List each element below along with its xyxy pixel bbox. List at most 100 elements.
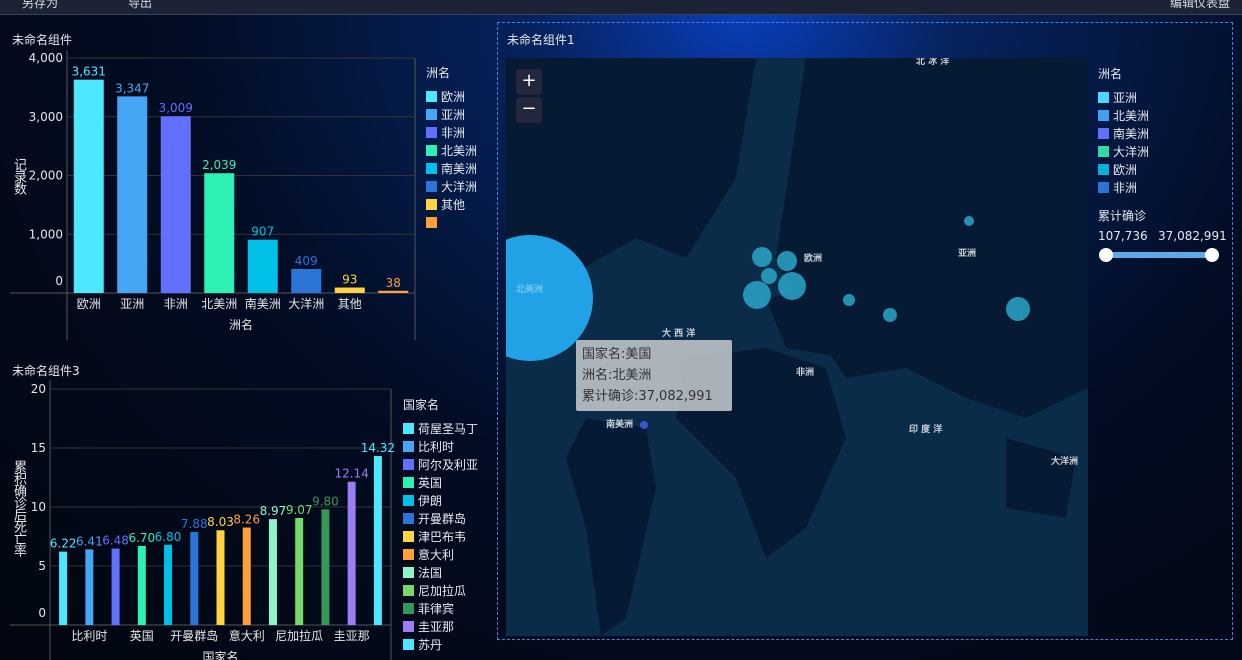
x-axis-title: 洲名 (229, 317, 253, 332)
data-label: 3,631 (72, 65, 106, 79)
range-slider-max-handle[interactable] (1205, 248, 1219, 262)
bar (85, 549, 94, 625)
x-tick-label: 意大利 (229, 628, 265, 643)
data-label: 6.80 (155, 530, 182, 544)
legend-item[interactable]: 大洋洲 (426, 177, 477, 195)
x-axis-title: 国家名 (202, 649, 238, 660)
map-label-south-america: 南美洲 (606, 420, 634, 430)
y-tick-label: 2,000 (29, 169, 63, 183)
data-label: 8.03 (207, 515, 234, 529)
legend-label: 尼加拉瓜 (418, 583, 467, 598)
legend-swatch (403, 440, 414, 452)
legend-label: 圭亚那 (418, 619, 455, 634)
legend-label: 意大利 (418, 547, 455, 562)
y-tick-label: 15 (31, 441, 46, 455)
legend-label: 伊朗 (418, 493, 443, 508)
world-map[interactable]: 北 冰 洋 大 西 洋 欧洲 亚洲 北美洲 南美洲 非洲 印 度 洋 大洋洲 +… (506, 58, 1088, 636)
bar (204, 173, 235, 293)
legend-label: 比利时 (418, 439, 455, 454)
x-tick-label: 英国 (130, 629, 154, 643)
legend-item[interactable]: 阿尔及利亚 (403, 455, 478, 473)
legend-swatch (403, 638, 414, 650)
y-tick-label: 3,000 (29, 110, 63, 124)
legend-title: 洲名 (426, 66, 451, 80)
legend-item[interactable]: 尼加拉瓜 (403, 581, 478, 599)
legend-item[interactable]: 非洲 (1098, 178, 1149, 196)
data-label: 3,009 (159, 101, 193, 115)
legend-swatch (1098, 91, 1109, 103)
legend-label: 其他 (441, 197, 466, 212)
edit-dashboard-button[interactable]: 编辑仪表盘 (1170, 0, 1230, 11)
death-rate-bar-chart: 0 5 10 15 20 6.22 6.41 比利时 6.48 6.70 英国 6.807.88 开曼群… (10, 380, 395, 660)
legend-swatch (403, 602, 414, 614)
legend-swatch (403, 530, 414, 542)
zoom-out-button[interactable]: − (516, 97, 542, 123)
legend-swatch (1098, 163, 1109, 175)
legend-item[interactable]: 其他 (426, 195, 477, 213)
bar (268, 519, 277, 625)
legend-item[interactable]: 非洲 (426, 123, 477, 141)
legend-swatch (1098, 127, 1109, 139)
legend-label: 南美洲 (1113, 126, 1150, 141)
bar (160, 116, 191, 293)
legend-item[interactable]: 北美洲 (426, 141, 477, 159)
legend-item[interactable]: 北美洲 (1098, 106, 1149, 124)
legend-item[interactable]: 亚洲 (426, 105, 477, 123)
data-label: 9.07 (286, 503, 313, 517)
legend-swatch (426, 90, 437, 102)
bar (137, 545, 146, 625)
data-label: 6.48 (102, 534, 129, 548)
range-slider-track[interactable] (1104, 252, 1212, 258)
panel-title: 未命名组件1 (507, 33, 575, 47)
x-tick-label: 南美洲 (245, 296, 281, 311)
legend-swatch (426, 144, 437, 156)
bar (347, 481, 356, 625)
continent-bar-chart: 0 1,000 2,000 3,000 4,000 3,631 欧洲 3,347 亚洲 3,009… (10, 50, 416, 340)
x-tick-label: 欧洲 (77, 297, 101, 311)
legend-item[interactable]: 意大利 (403, 545, 478, 563)
x-tick-label: 尼加拉瓜 (275, 628, 323, 643)
legend-swatch (426, 216, 437, 228)
legend-item[interactable]: 南美洲 (1098, 124, 1149, 142)
x-tick-label: 开曼群岛 (170, 628, 218, 643)
legend-item[interactable]: 南美洲 (426, 159, 477, 177)
legend-item[interactable]: 欧洲 (1098, 160, 1149, 178)
toolbar: 另存为 导出 编辑仪表盘 (0, 0, 1242, 15)
legend-label: 阿尔及利亚 (418, 457, 479, 472)
legend-swatch (403, 494, 414, 506)
legend-item[interactable]: 比利时 (403, 437, 478, 455)
legend-item[interactable]: 英国 (403, 473, 478, 491)
data-label: 9.80 (312, 494, 339, 508)
legend-item[interactable] (426, 213, 477, 231)
legend-item[interactable]: 苏丹 (403, 635, 478, 653)
y-tick-label: 10 (31, 500, 46, 514)
legend-item[interactable]: 欧洲 (426, 87, 477, 105)
panel-title: 未命名组件 (12, 33, 73, 47)
legend-label: 法国 (418, 565, 443, 580)
bar (117, 96, 148, 293)
legend-title: 国家名 (403, 398, 440, 412)
data-label: 14.32 (361, 441, 395, 455)
legend-label: 苏丹 (418, 637, 443, 652)
legend-item[interactable]: 伊朗 (403, 491, 478, 509)
export-button[interactable]: 导出 (128, 0, 152, 11)
tooltip-continent: 洲名:北美洲 (582, 368, 652, 383)
legend-label: 大洋洲 (441, 179, 478, 194)
data-label: 6.70 (128, 531, 155, 545)
map-label-atlantic: 大 西 洋 (662, 329, 696, 339)
legend-item[interactable]: 亚洲 (1098, 88, 1149, 106)
save-as-button[interactable]: 另存为 (22, 0, 58, 11)
legend-item[interactable]: 大洋洲 (1098, 142, 1149, 160)
legend-item[interactable]: 津巴布韦 (403, 527, 478, 545)
legend-item[interactable]: 圭亚那 (403, 617, 478, 635)
legend-item[interactable]: 开曼群岛 (403, 509, 478, 527)
map-label-indian: 印 度 洋 (909, 425, 943, 435)
legend-item[interactable]: 荷屋圣马丁 (403, 419, 478, 437)
range-slider-min-handle[interactable] (1099, 248, 1113, 262)
legend-item[interactable]: 法国 (403, 563, 478, 581)
legend-item[interactable]: 菲律宾 (403, 599, 478, 617)
bar (242, 527, 251, 625)
zoom-in-button[interactable]: + (516, 69, 542, 95)
y-tick-label: 1,000 (29, 227, 63, 241)
x-tick-label: 其他 (338, 297, 362, 311)
